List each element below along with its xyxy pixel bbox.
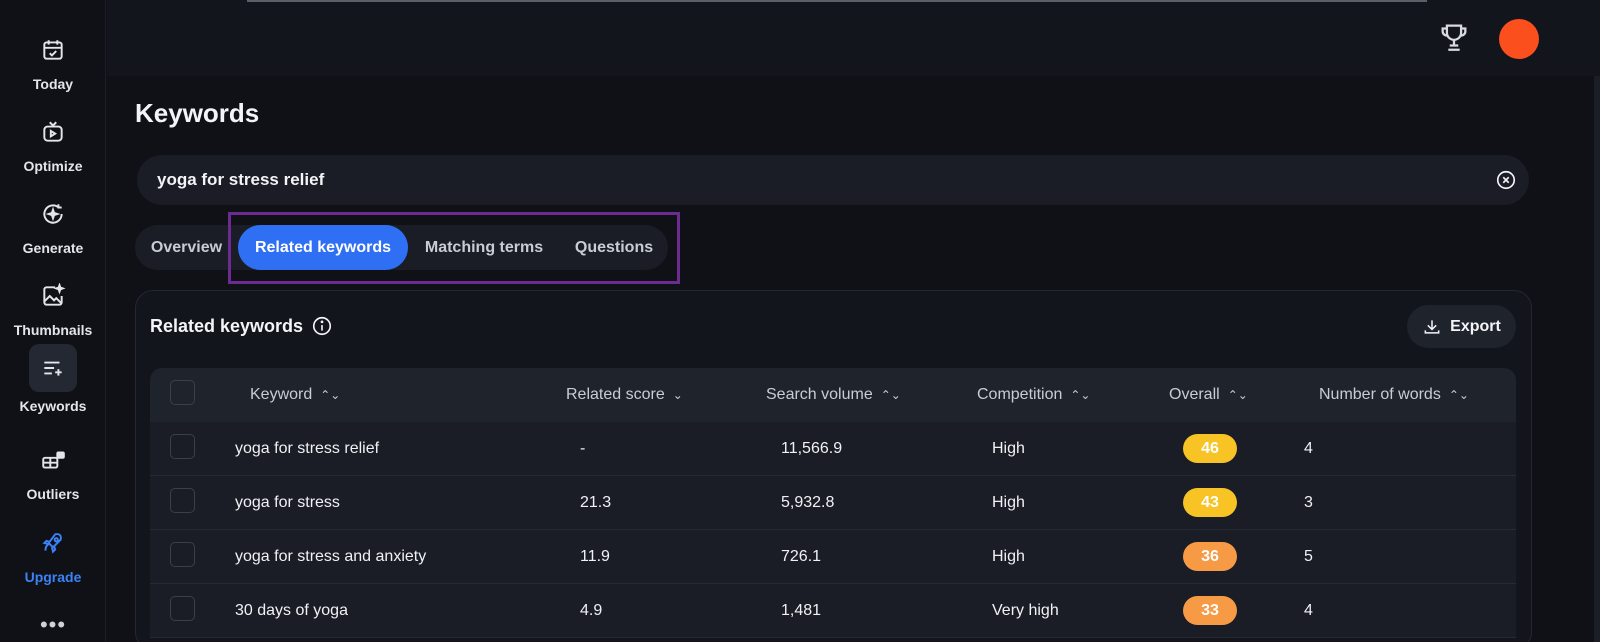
sidebar-item-outliers[interactable]: Outliers — [0, 436, 106, 502]
cell-number-of-words: 5 — [1304, 548, 1313, 565]
sidebar-item-label: Generate — [22, 240, 84, 256]
overall-badge: 43 — [1183, 488, 1237, 517]
cell-competition: High — [992, 494, 1025, 511]
row-checkbox[interactable] — [170, 434, 195, 459]
sort-icon: ⌃⌄ — [1448, 388, 1469, 402]
column-overall[interactable]: Overall ⌃⌄ — [1169, 368, 1248, 422]
info-icon[interactable] — [311, 315, 333, 337]
generate-icon — [29, 190, 77, 238]
card-title: Related keywords — [150, 315, 333, 337]
sidebar-item-label: Keywords — [19, 398, 87, 414]
row-checkbox[interactable] — [170, 488, 195, 513]
card-title-text: Related keywords — [150, 315, 304, 336]
table-row[interactable]: 30 days of yoga 4.9 1,481 Very high 33 4 — [150, 584, 1516, 638]
sidebar-item-label: Outliers — [26, 486, 80, 502]
sidebar: Today Optimize Generate Thumbnails Keywo… — [0, 0, 106, 642]
overall-badge: 46 — [1183, 434, 1237, 463]
cell-competition: Very high — [992, 602, 1059, 619]
sidebar-item-label: Thumbnails — [13, 322, 93, 338]
sort-icon: ⌃⌄ — [320, 388, 341, 402]
rocket-icon — [29, 519, 77, 567]
cell-related-score: 11.9 — [580, 548, 610, 565]
tab-overview[interactable]: Overview — [135, 225, 238, 270]
table-row[interactable]: yoga for stress 21.3 5,932.8 High 43 3 — [150, 476, 1516, 530]
column-number-of-words[interactable]: Number of words ⌃⌄ — [1319, 368, 1469, 422]
table-row[interactable]: yoga for stress and anxiety 11.9 726.1 H… — [150, 530, 1516, 584]
column-keyword[interactable]: Keyword ⌃⌄ — [250, 368, 340, 422]
tab-questions[interactable]: Questions — [560, 225, 668, 270]
more-icon[interactable]: ••• — [0, 612, 106, 638]
cell-search-volume: 11,566.9 — [781, 440, 843, 457]
cell-search-volume: 5,932.8 — [781, 494, 835, 511]
search-input[interactable] — [157, 155, 1477, 205]
video-optimize-icon — [29, 108, 77, 156]
tab-matching-terms[interactable]: Matching terms — [408, 225, 560, 270]
search-bar — [137, 155, 1529, 205]
table-row[interactable]: yoga for stress relief - 11,566.9 High 4… — [150, 422, 1516, 476]
cell-related-score: - — [580, 440, 586, 457]
cell-number-of-words: 4 — [1304, 440, 1313, 457]
scrollbar[interactable] — [1594, 76, 1600, 642]
sidebar-item-optimize[interactable]: Optimize — [0, 108, 106, 174]
row-checkbox[interactable] — [170, 596, 195, 621]
column-competition[interactable]: Competition ⌃⌄ — [977, 368, 1090, 422]
cell-keyword: yoga for stress and anxiety — [235, 548, 427, 565]
cell-number-of-words: 3 — [1304, 494, 1313, 511]
outliers-icon — [29, 436, 77, 484]
cell-competition: High — [992, 440, 1025, 457]
cell-keyword: yoga for stress relief — [235, 440, 380, 457]
sidebar-item-generate[interactable]: Generate — [0, 190, 106, 256]
row-checkbox[interactable] — [170, 542, 195, 567]
sidebar-item-label: Today — [32, 76, 74, 92]
trophy-icon[interactable] — [1437, 20, 1471, 54]
select-all-checkbox[interactable] — [170, 380, 195, 405]
image-sparkle-icon — [29, 272, 77, 320]
table-header: Keyword ⌃⌄ Related score ⌄ Search volume ⌃⌄… — [150, 368, 1516, 422]
sort-icon: ⌃⌄ — [880, 388, 901, 402]
sidebar-item-keywords[interactable]: Keywords — [0, 344, 106, 414]
cell-number-of-words: 4 — [1304, 602, 1313, 619]
download-icon — [1424, 319, 1440, 334]
page-title: Keywords — [135, 98, 260, 128]
avatar[interactable] — [1499, 19, 1539, 59]
column-related-score[interactable]: Related score ⌄ — [566, 368, 683, 422]
cell-search-volume: 726.1 — [781, 548, 822, 565]
cell-related-score: 21.3 — [580, 494, 612, 511]
cell-keyword: yoga for stress — [235, 494, 340, 511]
clear-icon[interactable] — [1495, 169, 1517, 191]
calendar-check-icon — [29, 26, 77, 74]
cell-related-score: 4.9 — [580, 602, 603, 619]
keyword-tabs: Overview Related keywords Matching terms… — [135, 225, 668, 270]
cell-competition: High — [992, 548, 1025, 565]
keywords-list-icon — [29, 344, 77, 392]
top-bar — [107, 0, 1600, 76]
cell-search-volume: 1,481 — [781, 602, 822, 619]
sort-icon: ⌃⌄ — [1227, 388, 1248, 402]
sidebar-item-thumbnails[interactable]: Thumbnails — [0, 272, 106, 338]
sidebar-item-label: Optimize — [23, 158, 83, 174]
keywords-table: Keyword ⌃⌄ Related score ⌄ Search volume ⌃⌄… — [150, 368, 1516, 638]
sort-icon: ⌃⌄ — [1070, 388, 1091, 402]
sidebar-item-upgrade[interactable]: Upgrade — [0, 519, 106, 585]
overall-badge: 36 — [1183, 542, 1237, 571]
tab-related-keywords[interactable]: Related keywords — [238, 225, 408, 270]
cell-keyword: 30 days of yoga — [235, 602, 348, 619]
sidebar-item-label: Upgrade — [24, 569, 82, 585]
column-search-volume[interactable]: Search volume ⌃⌄ — [766, 368, 901, 422]
chevron-down-icon: ⌄ — [672, 388, 683, 402]
sidebar-item-today[interactable]: Today — [0, 26, 106, 92]
export-button[interactable]: Export — [1407, 305, 1516, 348]
overall-badge: 33 — [1183, 596, 1237, 625]
export-label: Export — [1450, 317, 1501, 335]
top-divider — [247, 0, 1427, 2]
